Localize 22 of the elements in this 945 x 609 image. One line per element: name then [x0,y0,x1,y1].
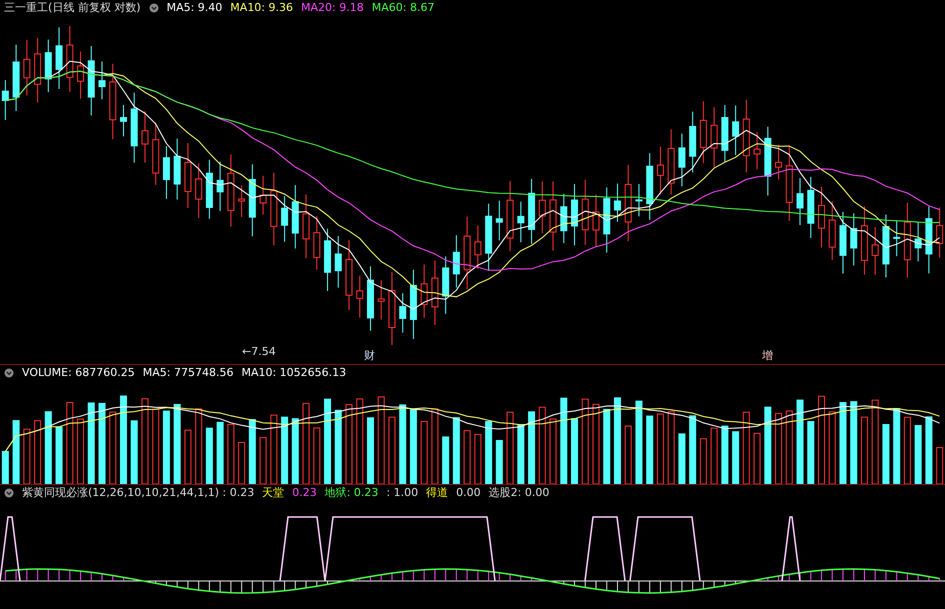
indicator-value: MA10: 9.36 [230,0,294,16]
indicator-value: 0.23 [292,485,317,501]
event-mark: 财 [364,349,375,362]
indicator-value: 0.00 [456,485,481,501]
collapse-icon[interactable] [4,368,14,378]
indicator-value: VOLUME: 687760.25 [22,365,135,381]
collapse-icon[interactable] [4,488,14,498]
collapse-icon[interactable] [148,3,159,13]
indicator-value: MA20: 9.18 [301,0,364,16]
indicator-value: MA10: 1052656.13 [241,365,346,381]
indicator-value: MA5: 9.40 [166,0,222,16]
chart-title: 三一重工(日线 前复权 对数) [4,0,141,16]
indicator-value: : 1.00 [386,485,418,501]
indicator-value: 得道 [426,485,448,501]
indicator-value: 天堂 [262,485,284,501]
indicator-value: 地狱: 0.23 [324,485,378,501]
indicator-value: 选股2: 0.00 [488,485,550,501]
indicator-value: MA5: 775748.56 [142,365,234,381]
indicator-value: MA60: 8.67 [372,0,434,16]
indicator-value: 紫黄同现必涨(12,26,10,10,21,44,1,1) : 0.23 [22,485,254,501]
event-mark: 增 [762,349,773,362]
low-price-label: ←7.54 [242,345,276,358]
